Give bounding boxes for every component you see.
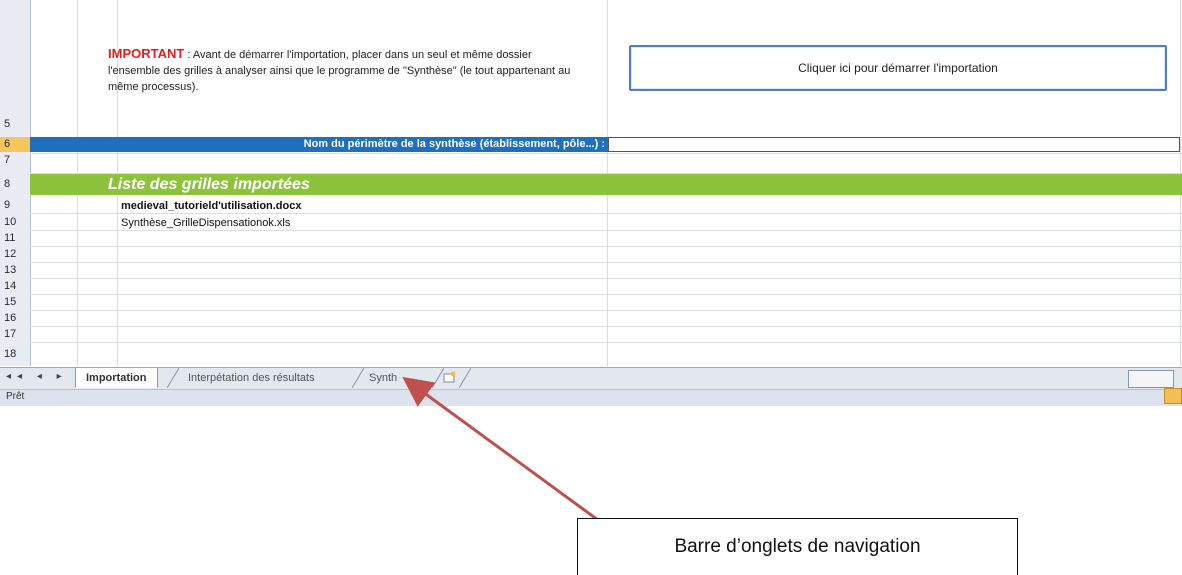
tab-synthese[interactable]: Synth xyxy=(359,368,407,388)
normal-view-icon[interactable] xyxy=(1164,388,1182,404)
important-note: IMPORTANT : Avant de démarrer l'importat… xyxy=(108,46,578,95)
row-number[interactable]: 15 xyxy=(0,296,30,308)
sheet-tab-bar: ◂◂ ◂ ▸ ▸▸ Importation Interpétation des … xyxy=(0,367,1182,390)
perimeter-input[interactable] xyxy=(608,137,1180,152)
important-label: IMPORTANT xyxy=(108,46,185,61)
row-number[interactable]: 17 xyxy=(0,328,30,340)
row-divider xyxy=(30,246,1182,247)
horizontal-scrollbar[interactable] xyxy=(1128,370,1174,388)
status-bar: Prêt xyxy=(0,389,1182,406)
row-divider xyxy=(30,153,1182,154)
row-divider xyxy=(30,294,1182,295)
imported-file-cell[interactable]: Synthèse_GrilleDispensationok.xls xyxy=(121,217,290,229)
row-number[interactable]: 11 xyxy=(0,232,30,244)
spreadsheet: 5 6 7 8 9 10 11 12 13 14 15 16 17 18 IMP… xyxy=(0,0,1182,405)
row-number[interactable]: 13 xyxy=(0,264,30,276)
list-title: Liste des grilles importées xyxy=(108,176,310,193)
row-number[interactable]: 6 xyxy=(0,138,30,150)
row-number[interactable]: 5 xyxy=(0,118,30,130)
perimeter-label: Nom du périmètre de la synthèse (établis… xyxy=(303,138,605,150)
row-divider xyxy=(30,342,1182,343)
row-divider xyxy=(30,278,1182,279)
row-number[interactable]: 7 xyxy=(0,154,30,166)
tab-separator-icon xyxy=(459,368,471,388)
callout-box: Barre d’onglets de navigation xyxy=(577,518,1018,575)
callout-text: Barre d’onglets de navigation xyxy=(674,536,921,557)
start-import-button[interactable]: Cliquer ici pour démarrer l'importation xyxy=(629,45,1167,91)
insert-sheet-icon[interactable] xyxy=(443,371,457,383)
row-divider xyxy=(30,310,1182,311)
row-number[interactable]: 16 xyxy=(0,312,30,324)
status-text: Prêt xyxy=(6,391,25,402)
row-divider xyxy=(30,262,1182,263)
row-number[interactable]: 14 xyxy=(0,280,30,292)
row-divider xyxy=(30,230,1182,231)
imported-file-cell[interactable]: medieval_tutorield'utilisation.docx xyxy=(121,200,302,212)
start-import-label: Cliquer ici pour démarrer l'importation xyxy=(798,61,998,75)
row-number[interactable]: 10 xyxy=(0,216,30,228)
row-divider xyxy=(30,213,1182,214)
tab-importation[interactable]: Importation xyxy=(75,368,158,388)
row-number[interactable]: 9 xyxy=(0,199,30,211)
row-divider xyxy=(30,326,1182,327)
row-number[interactable]: 8 xyxy=(0,178,30,190)
row-number[interactable]: 12 xyxy=(0,248,30,260)
row-number[interactable]: 18 xyxy=(0,348,30,360)
tab-interpretation[interactable]: Interpétation des résultats xyxy=(178,368,325,388)
